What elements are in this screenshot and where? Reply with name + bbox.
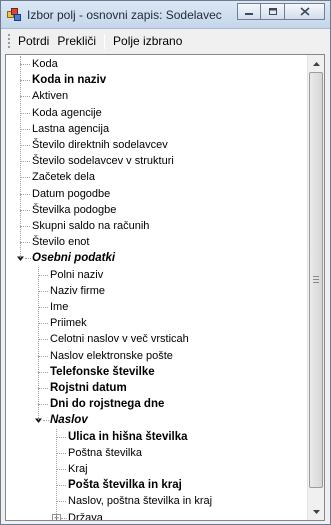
tree-item[interactable]: Polni naziv [50,267,103,283]
window-title: Izbor polj - osnovni zapis: Sodelavec [27,8,222,22]
tree-item[interactable]: Datum pogodbe [32,186,110,202]
scroll-up-button[interactable] [308,55,324,72]
minimize-icon [245,12,253,15]
tree-item[interactable]: Kraj [68,461,88,477]
tree-item[interactable]: Naslov, poštna številka in kraj [68,493,212,509]
tree-item[interactable]: Država [68,510,103,520]
scroll-up-icon [312,61,320,66]
scroll-thumb[interactable] [309,72,323,488]
tree-item[interactable]: Priimek [50,315,87,331]
toolbar-separator [104,33,106,49]
app-icon [7,8,21,21]
scroll-down-button[interactable] [308,503,324,520]
close-icon [299,7,310,16]
tree-item[interactable]: Začetek dela [32,169,95,185]
tree-item[interactable]: Ulica in hišna številka [68,429,188,445]
maximize-icon [268,8,277,15]
tree-item[interactable]: Število enot [32,234,89,250]
tree-item[interactable]: Število direktnih sodelavcev [32,137,168,153]
minimize-button[interactable] [237,3,261,20]
toolbar-grip[interactable] [7,33,11,49]
cancel-button[interactable]: Prekliči [53,32,100,50]
tree-item[interactable]: Naziv firme [50,283,105,299]
tree-item[interactable]: Telefonske številke [50,364,155,380]
tree-item[interactable]: Ime [50,299,68,315]
tree-item[interactable]: Rojstni datum [50,380,127,396]
field-tree[interactable]: Koda Koda in naziv Aktiven Koda agencije Las… [5,54,325,521]
scroll-down-icon [312,509,320,514]
confirm-button[interactable]: Potrdi [14,32,53,50]
empty-field-button[interactable]: Polje izbrano [109,32,186,50]
tree-item[interactable]: Dni do rojstnega dne [50,396,164,412]
tree-item[interactable]: Celotni naslov v več vrsticah [50,331,189,347]
tree-item[interactable]: Koda [32,56,58,72]
tree-item[interactable]: Aktiven [32,88,68,104]
toolbar: Potrdi Prekliči Polje izbrano [5,30,327,52]
tree-item[interactable]: Koda agencije [32,105,102,121]
tree-item[interactable]: Poštna številka [68,445,142,461]
maximize-button[interactable] [261,3,285,20]
vertical-scrollbar[interactable] [307,55,324,520]
tree-item[interactable]: Naslov [50,412,88,428]
tree-item[interactable]: Številka podogbe [32,202,116,218]
tree-item[interactable]: Skupni saldo na računih [32,218,149,234]
tree-item[interactable]: Naslov elektronske pošte [50,348,173,364]
title-bar[interactable]: Izbor polj - osnovni zapis: Sodelavec [1,1,330,29]
tree-item[interactable]: Število sodelavcev v strukturi [32,153,174,169]
tree-item[interactable]: Lastna agencija [32,121,109,137]
tree-item[interactable]: Koda in naziv [32,72,106,88]
tree-item[interactable]: Osebni podatki [32,250,115,266]
field-selection-window: Izbor polj - osnovni zapis: Sodelavec Po… [0,0,331,525]
tree-item[interactable]: Pošta številka in kraj [68,477,182,493]
close-button[interactable] [285,3,325,20]
